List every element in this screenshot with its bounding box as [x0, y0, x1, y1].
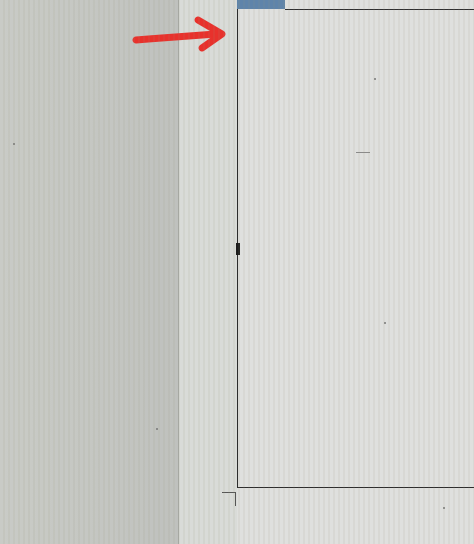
dust-speck	[356, 152, 370, 153]
arrow-right-icon	[132, 16, 226, 52]
left-sidebar-panel	[0, 0, 179, 544]
dust-speck	[384, 322, 386, 324]
dust-speck	[443, 507, 445, 509]
dust-speck	[13, 143, 15, 145]
resize-handle[interactable]	[236, 243, 240, 255]
page-corner-mark	[222, 492, 236, 506]
canvas-gutter	[179, 0, 237, 544]
dust-speck	[374, 78, 376, 80]
dust-speck	[156, 428, 158, 430]
document-page-frame[interactable]	[237, 9, 474, 488]
selected-tab[interactable]	[237, 0, 285, 9]
